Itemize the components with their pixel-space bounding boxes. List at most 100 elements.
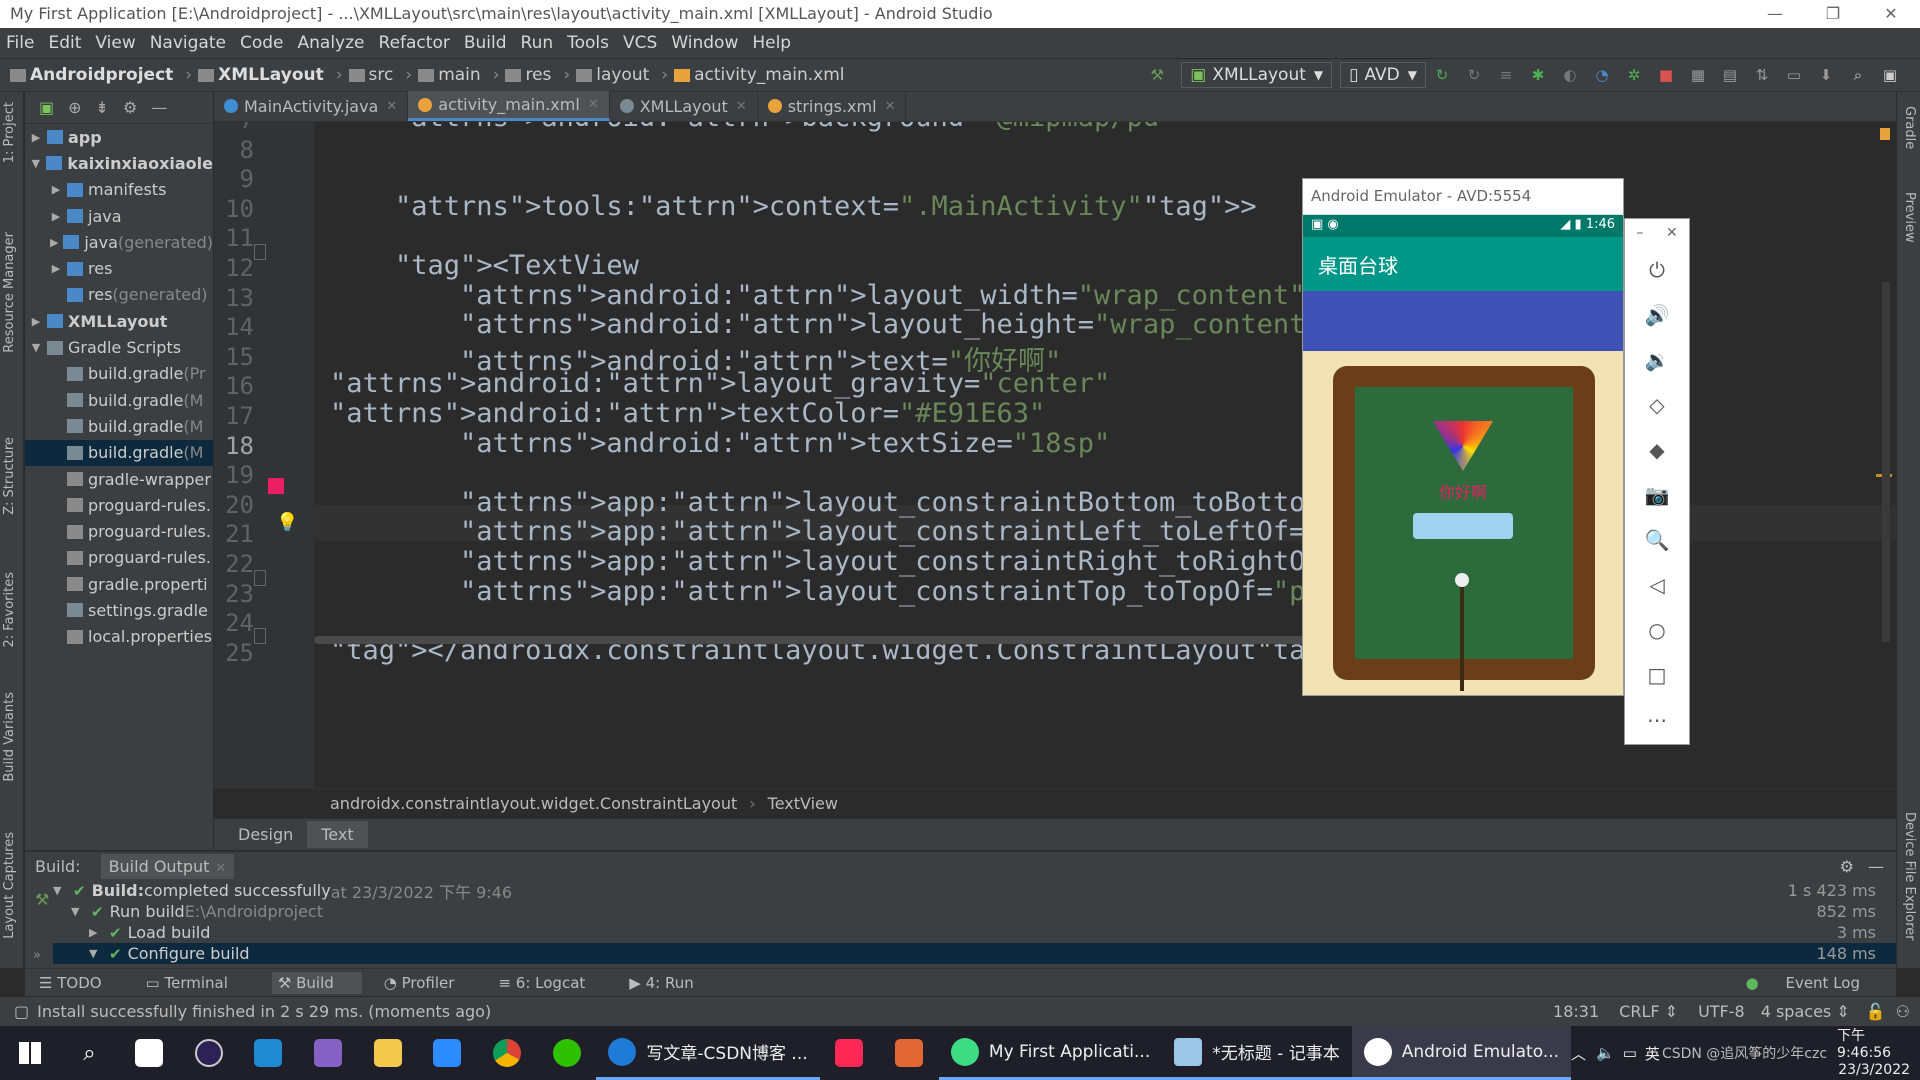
editor-tab[interactable]: MainActivity.java ✕ [214,91,409,121]
breadcrumb-root[interactable]: androidx.constraintlayout.widget.Constra… [330,794,737,813]
menu-window[interactable]: Window [671,33,738,53]
tab-text[interactable]: Text [307,821,368,848]
menu-build[interactable]: Build [464,33,507,53]
collapse-icon[interactable]: ⇟ [96,98,109,117]
chevron-right-icon[interactable]: ▶ [89,926,109,939]
build-row[interactable]: ▶ ✔ Load build 3 ms [53,922,1896,943]
menu-navigate[interactable]: Navigate [150,33,226,53]
tree-item[interactable]: gradle-wrapper [25,466,213,492]
chevron-right-icon[interactable]: ▶ [49,183,63,196]
chevron-right-icon[interactable]: ▶ [29,131,43,144]
preview-tab[interactable]: Preview [1902,192,1917,243]
status-icon[interactable]: ▢ [14,1002,29,1021]
battery-icon[interactable]: ▭ [1623,1044,1637,1062]
more-icon[interactable]: ⋯ [1625,697,1689,742]
list-icon[interactable]: ≡ [1496,65,1516,85]
menu-file[interactable]: File [6,33,34,53]
line-separator[interactable]: CRLF ⇕ [1619,1002,1678,1021]
chevron-right-icon[interactable]: ▶ [49,210,63,223]
chevron-down-icon[interactable]: ▼ [29,157,42,170]
profile-icon[interactable]: ◔ [1592,65,1612,85]
taskbar-app-visual-studio[interactable] [298,1026,358,1080]
apply-code-icon[interactable]: ↻ [1464,65,1484,85]
ime-indicator[interactable]: 英 [1645,1043,1660,1064]
chevron-right-icon[interactable]: ▶ [29,315,43,328]
profiler-tool[interactable]: ◔ Profiler [384,974,477,992]
chevron-right-icon[interactable]: ▶ [49,236,59,249]
vertical-scrollbar[interactable] [1882,282,1890,642]
taskbar-app-matlab[interactable] [879,1026,939,1080]
stop-icon[interactable]: ■ [1656,65,1676,85]
run-tool[interactable]: ▶ 4: Run [629,974,715,992]
sync-icon[interactable]: ⇅ [1752,65,1772,85]
tree-item[interactable]: res (generated) [25,282,213,308]
code-line[interactable]: "attrns">android:"attrn">layout_gravity=… [330,368,1110,399]
breadcrumb-item[interactable]: layout [576,65,649,85]
layout-captures-tab[interactable]: Layout Captures [2,832,17,939]
fold-marker[interactable] [254,570,266,586]
taskbar-app-vscode[interactable] [239,1026,299,1080]
close-icon[interactable]: ✕ [736,99,747,114]
chevron-down-icon[interactable]: ▼ [29,341,43,354]
editor-tab[interactable]: XMLLayout ✕ [610,91,758,121]
tree-item[interactable]: build.gradle (M [25,387,213,413]
menu-tools[interactable]: Tools [567,33,609,53]
breadcrumb-item[interactable]: activity_main.xml [674,65,844,85]
volume-up-icon[interactable]: 🔊 [1625,292,1689,337]
tree-item[interactable]: local.properties [25,624,213,650]
code-line[interactable]: "attrns">android:"attrn">textSize="18sp" [330,428,1110,459]
code-line[interactable]: "tag"><TextView [330,250,639,281]
status-message[interactable]: Install successfully finished in 2 s 29 … [37,1002,491,1021]
build-row[interactable]: ▼ ✔ Build: completed successfully at 23/3/… [53,880,1896,902]
menu-help[interactable]: Help [752,33,791,53]
terminal-tool[interactable]: ▭ Terminal [146,974,250,992]
menu-code[interactable]: Code [240,33,284,53]
back-icon[interactable]: ◁ [1625,562,1689,607]
logcat-tool[interactable]: ≡ 6: Logcat [498,974,607,992]
fold-marker[interactable] [254,244,266,260]
code-line[interactable]: "attrns">app:"attrn">layout_constraintRi… [330,546,1468,577]
project-tool-tab[interactable]: 1: Project [2,102,17,163]
gear-icon[interactable]: ⚙ [1840,857,1854,876]
close-icon[interactable]: ✕ [215,861,226,876]
device-dropdown[interactable]: ▯ AVD ▼ [1340,62,1426,88]
breadcrumb-item[interactable]: main [418,65,481,85]
overview-icon[interactable]: □ [1625,652,1689,697]
expand-icon[interactable]: » [33,948,41,963]
breadcrumb-leaf[interactable]: TextView [768,794,838,813]
sdk-icon[interactable]: ⬇ [1816,65,1836,85]
tree-item[interactable]: build.gradle (M [25,413,213,439]
clock[interactable]: 下午 9:46:56 23/3/2022 [1837,1028,1910,1079]
tree-item[interactable]: proguard-rules. [25,492,213,518]
gear-icon[interactable]: ⚙ [123,98,137,117]
taskbar-app-wechat[interactable] [537,1026,597,1080]
breadcrumb-item[interactable]: XMLLayout [198,65,324,85]
hide-icon[interactable]: — [151,98,167,117]
tree-item[interactable]: ▶ manifests [25,177,213,203]
tree-item[interactable]: ▶ java [25,203,213,229]
chevron-right-icon[interactable]: ▶ [49,262,63,275]
code-line[interactable]: "attrns">android:"attrn">background="@mi… [330,122,1175,133]
lock-icon[interactable]: 🔓 [1866,1002,1886,1021]
taskbar-app-eclipse[interactable] [179,1026,239,1080]
chevron-down-icon[interactable]: ▼ [71,905,91,918]
tree-item[interactable]: ▶ java (generated) [25,229,213,255]
tree-item[interactable]: ▶ XMLLayout [25,308,213,334]
tree-item[interactable]: gradle.properti [25,571,213,597]
rotate-left-icon[interactable]: ◇ [1625,382,1689,427]
color-swatch[interactable] [268,478,284,494]
code-line[interactable]: "attrns">app:"attrn">layout_constraintLe… [330,516,1435,547]
taskbar-app-emulator[interactable]: Android Emulato... [1351,1026,1572,1080]
menu-view[interactable]: View [95,33,135,53]
taskbar-app-capcut[interactable] [119,1026,179,1080]
camera-icon[interactable]: 📷 [1625,472,1689,517]
tree-item[interactable]: ▶ app [25,124,213,150]
fold-marker[interactable] [254,628,266,644]
taskbar-app-intellij[interactable] [820,1026,880,1080]
debug-attach-icon[interactable]: ✲ [1624,65,1644,85]
apply-changes-icon[interactable]: ↻ [1432,65,1452,85]
inspector-icon[interactable]: ⚇ [1896,1002,1910,1021]
start-game-button[interactable] [1413,513,1513,539]
search-icon[interactable]: ⌕ [1848,65,1868,85]
chevron-down-icon[interactable]: ▼ [53,884,73,897]
